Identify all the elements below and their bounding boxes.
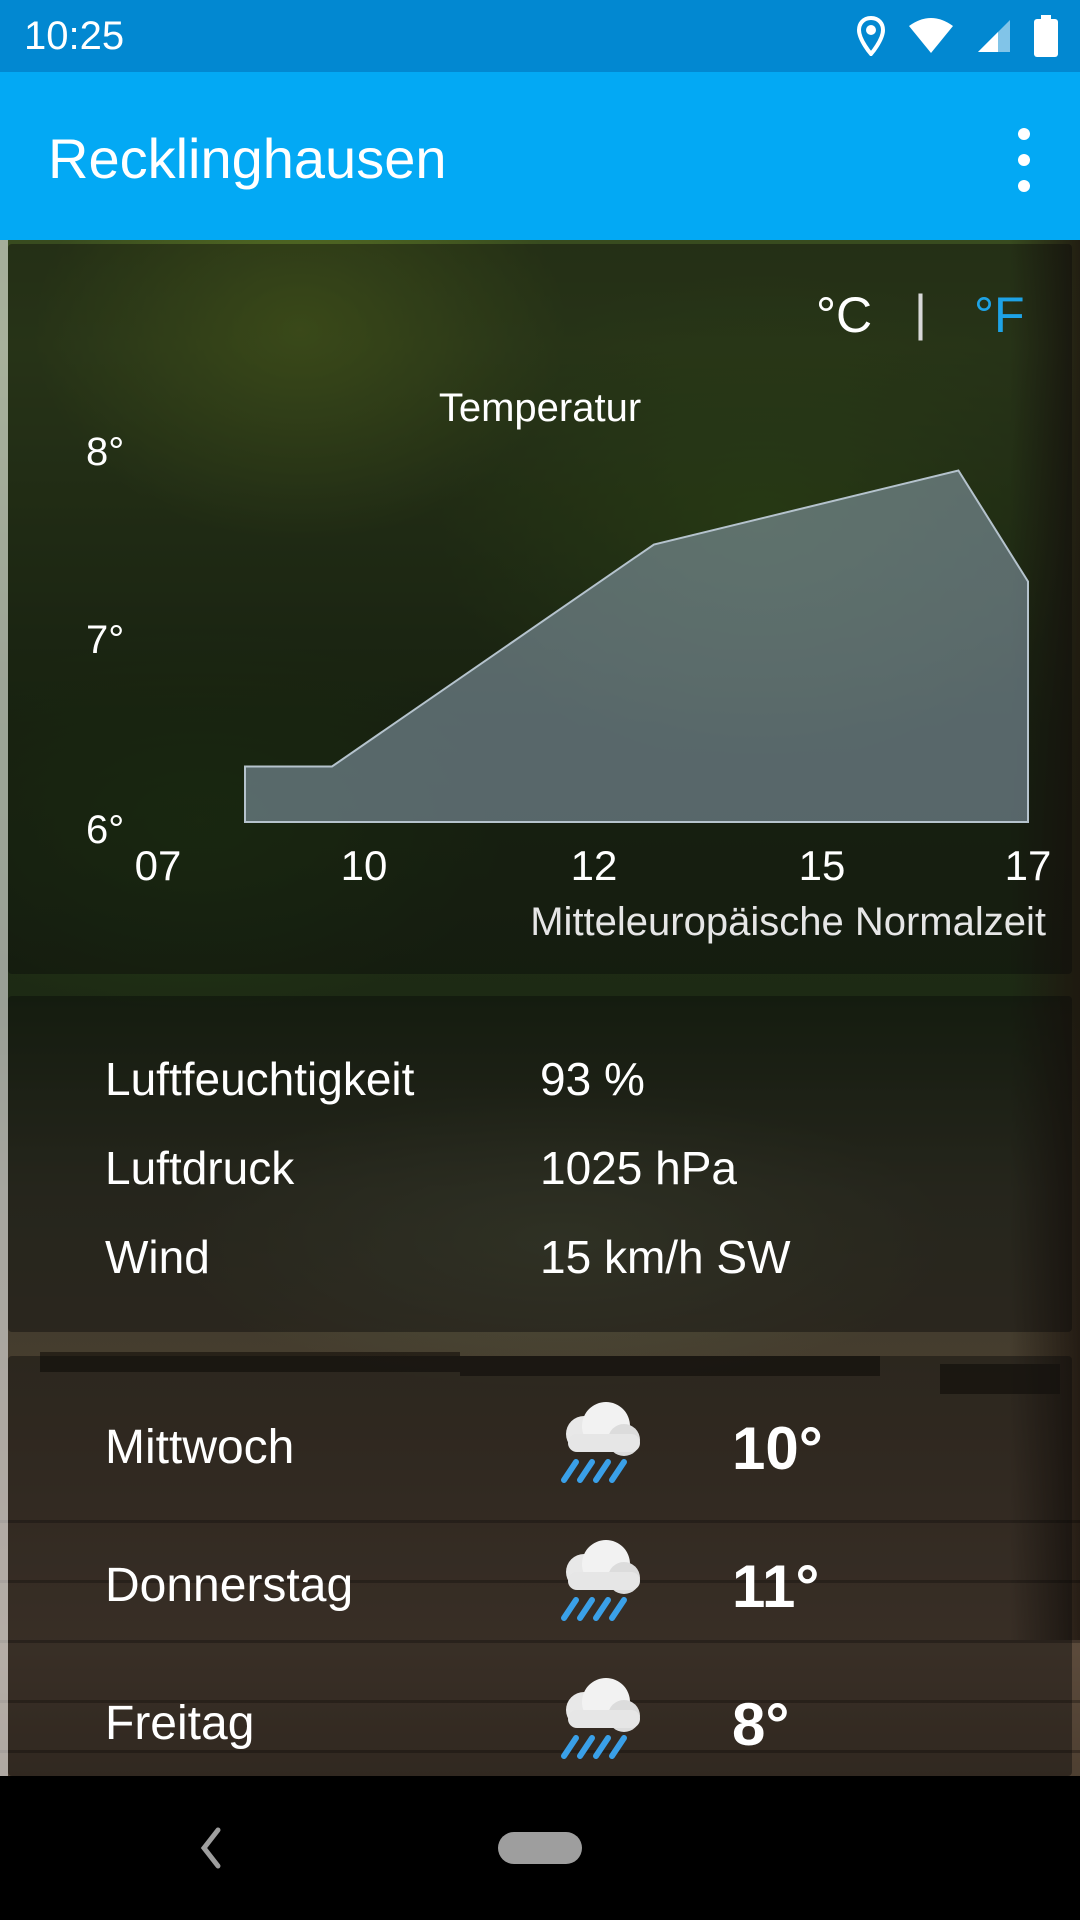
temperature-chart [244,469,1029,823]
forecast-day: Mittwoch [105,1421,295,1474]
city-title: Recklinghausen [48,127,447,190]
back-icon[interactable] [190,1808,230,1888]
forecast-temperature: 10° [732,1415,823,1482]
temperature-area-series [244,469,1029,823]
forecast-day: Donnerstag [105,1559,354,1612]
signal-icon [978,20,1010,52]
forecast-day: Freitag [105,1697,255,1750]
home-pill-icon[interactable] [498,1832,582,1864]
app-bar: Recklinghausen [0,72,1080,240]
detail-label: Luftfeuchtigkeit [105,1053,415,1105]
more-vert-icon[interactable] [1000,128,1048,192]
location-icon [856,16,886,56]
forecast-temperature: 8° [732,1691,790,1758]
status-bar: 10:25 [0,0,1080,72]
detail-label: Luftdruck [105,1142,295,1194]
forecast-temperature: 11° [732,1553,820,1620]
detail-value: 15 km/h SW [540,1231,791,1283]
detail-value: 1025 hPa [540,1142,737,1194]
battery-icon [1034,15,1058,57]
rain-cloud-icon [548,1670,648,1770]
detail-value: 93 % [540,1053,645,1105]
chart-x-label: Mitteleuropäische Normalzeit [530,900,1046,944]
wifi-icon [909,18,953,53]
rain-cloud-icon [548,1394,648,1494]
status-time: 10:25 [24,14,125,58]
rain-cloud-icon [548,1532,648,1632]
detail-label: Wind [105,1231,210,1283]
